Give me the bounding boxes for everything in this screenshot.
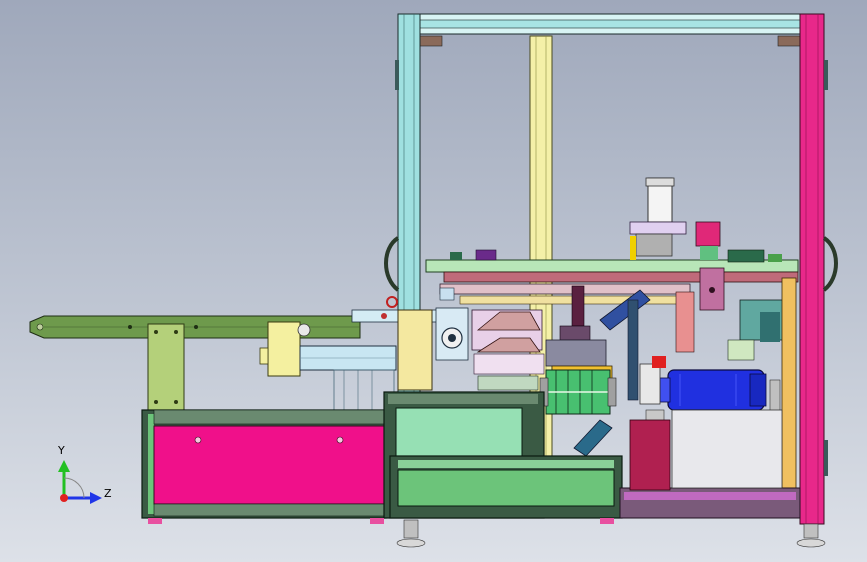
leveling-feet (148, 518, 826, 548)
z-axis-label: Z (104, 487, 112, 500)
y-axis-arrowhead (58, 460, 70, 472)
base-cabinets (141, 391, 801, 519)
cad-viewport[interactable]: Y Z (0, 0, 867, 562)
blue-motor (639, 356, 767, 416)
upper-plate (425, 249, 799, 305)
z-axis-arrowhead (90, 492, 102, 504)
y-axis-label: Y (57, 444, 65, 457)
roller-drum (539, 369, 617, 415)
machine-assembly-view[interactable]: Y Z (0, 0, 867, 562)
top-cylinder (629, 177, 721, 260)
coordinate-triad: Y Z (57, 444, 112, 504)
triad-origin (60, 494, 68, 502)
x-axis-arc (63, 477, 85, 499)
